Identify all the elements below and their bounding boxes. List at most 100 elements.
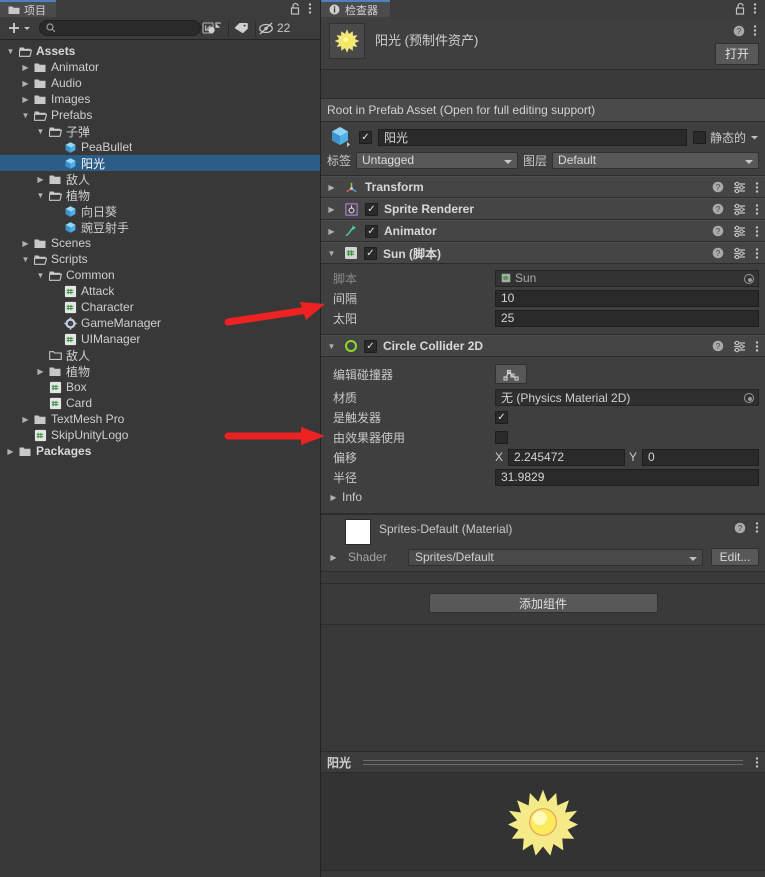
offset-y-input[interactable]: 0 <box>642 448 759 466</box>
static-checkbox[interactable]: ✓ <box>692 130 706 144</box>
chevron-down-icon[interactable]: ▼ <box>34 271 47 280</box>
help-icon[interactable]: ? <box>733 25 745 37</box>
preview-header[interactable]: 阳光 <box>321 751 765 773</box>
open-prefab-button[interactable]: 打开 <box>714 43 759 65</box>
layer-dropdown[interactable]: Default <box>552 151 759 169</box>
chevron-right-icon[interactable]: ▶ <box>19 79 32 88</box>
help-icon[interactable]: ? <box>712 247 724 259</box>
is-trigger-checkbox[interactable]: ✓ <box>495 410 508 424</box>
tree-item-阳光[interactable]: ▶阳光 <box>0 155 320 171</box>
tree-item-子弹[interactable]: ▼ 子弹 <box>0 123 320 139</box>
tree-item-images[interactable]: ▶ Images <box>0 91 320 107</box>
add-component-button[interactable]: 添加组件 <box>428 593 658 613</box>
used-by-effector-checkbox[interactable]: ✓ <box>495 430 508 444</box>
sun-script-enabled-checkbox[interactable]: ✓ <box>364 246 377 260</box>
tree-item-向日葵[interactable]: ▶向日葵 <box>0 203 320 219</box>
tree-item-textmesh-pro[interactable]: ▶ TextMesh Pro <box>0 411 320 427</box>
kebab-menu-icon[interactable] <box>755 340 759 353</box>
kebab-menu-icon[interactable] <box>753 2 757 15</box>
tree-item-uimanager[interactable]: ▶UIManager <box>0 331 320 347</box>
tree-item-skipunitylogo[interactable]: ▶SkipUnityLogo <box>0 427 320 443</box>
help-icon[interactable]: ? <box>712 340 724 352</box>
tree-item-animator[interactable]: ▶ Animator <box>0 59 320 75</box>
tab-inspector[interactable]: 检查器 <box>321 0 390 17</box>
kebab-menu-icon[interactable] <box>755 203 759 216</box>
tab-project[interactable]: 项目 <box>0 0 56 17</box>
tree-item-豌豆射手[interactable]: ▶豌豆射手 <box>0 219 320 235</box>
chevron-right-icon[interactable]: ▶ <box>19 95 32 104</box>
help-icon[interactable]: ? <box>712 181 724 193</box>
chevron-right-icon[interactable]: ▶ <box>325 205 338 214</box>
shader-dropdown[interactable]: Sprites/Default <box>408 548 703 566</box>
kebab-menu-icon[interactable] <box>308 2 312 15</box>
tree-item-attack[interactable]: ▶Attack <box>0 283 320 299</box>
component-header-circle-collider-2d[interactable]: ▼ ✓ Circle Collider 2D ? <box>321 335 765 357</box>
chevron-right-icon[interactable]: ▶ <box>19 63 32 72</box>
preset-sliders-icon[interactable] <box>733 247 746 260</box>
lock-open-icon[interactable] <box>290 2 301 15</box>
interval-input[interactable]: 10 <box>495 289 759 307</box>
tree-item-card[interactable]: ▶Card <box>0 395 320 411</box>
tree-item-peabullet[interactable]: ▶PeaBullet <box>0 139 320 155</box>
component-header-transform[interactable]: ▶ Transform ? <box>321 176 765 198</box>
tree-item-box[interactable]: ▶Box <box>0 379 320 395</box>
tree-item-assets[interactable]: ▼ Assets <box>0 43 320 59</box>
object-picker-icon[interactable] <box>744 392 754 403</box>
search-field[interactable] <box>39 20 214 36</box>
kebab-menu-icon[interactable] <box>755 756 759 769</box>
chevron-down-icon[interactable]: ▼ <box>4 47 17 56</box>
filter-by-type-button[interactable] <box>202 20 228 37</box>
tree-item-scenes[interactable]: ▶ Scenes <box>0 235 320 251</box>
filter-by-label-button[interactable] <box>229 20 255 37</box>
chevron-right-icon[interactable]: ▶ <box>19 239 32 248</box>
tree-item-common[interactable]: ▼ Common <box>0 267 320 283</box>
search-input[interactable] <box>60 22 202 34</box>
chevron-right-icon[interactable]: ▶ <box>34 367 47 376</box>
help-icon[interactable]: ? <box>734 522 746 534</box>
kebab-menu-icon[interactable] <box>753 24 757 37</box>
tree-item-audio[interactable]: ▶ Audio <box>0 75 320 91</box>
animator-enabled-checkbox[interactable]: ✓ <box>365 224 378 238</box>
chevron-down-icon[interactable]: ▼ <box>19 111 32 120</box>
offset-x-input[interactable]: 2.245472 <box>508 448 625 466</box>
tree-item-packages[interactable]: ▶ Packages <box>0 443 320 459</box>
tag-dropdown[interactable]: Untagged <box>356 151 519 169</box>
object-picker-icon[interactable] <box>744 273 754 284</box>
create-asset-button[interactable] <box>5 21 37 35</box>
circle-collider-enabled-checkbox[interactable]: ✓ <box>364 339 377 353</box>
info-foldout[interactable]: ▶ Info <box>327 487 759 507</box>
tree-item-scripts[interactable]: ▼ Scripts <box>0 251 320 267</box>
preview-drag-handle[interactable] <box>359 759 747 765</box>
chevron-right-icon[interactable]: ▶ <box>327 493 340 502</box>
preset-sliders-icon[interactable] <box>733 203 746 216</box>
radius-input[interactable]: 31.9829 <box>495 468 759 486</box>
preset-sliders-icon[interactable] <box>733 340 746 353</box>
sun-input[interactable]: 25 <box>495 309 759 327</box>
chevron-down-icon[interactable]: ▼ <box>325 342 338 351</box>
gameobject-name-field[interactable]: 阳光 <box>378 128 687 146</box>
edit-collider-button[interactable] <box>495 364 527 384</box>
component-header-sprite-renderer[interactable]: ▶ ✓ Sprite Renderer ? <box>321 198 765 220</box>
chevron-down-icon[interactable]: ▼ <box>19 255 32 264</box>
chevron-down-icon[interactable]: ▼ <box>325 249 338 258</box>
chevron-right-icon[interactable]: ▶ <box>327 553 340 562</box>
tree-item-prefabs[interactable]: ▼ Prefabs <box>0 107 320 123</box>
edit-shader-button[interactable]: Edit... <box>711 548 759 566</box>
preset-sliders-icon[interactable] <box>733 225 746 238</box>
tree-item-植物[interactable]: ▶ 植物 <box>0 363 320 379</box>
help-icon[interactable]: ? <box>712 203 724 215</box>
kebab-menu-icon[interactable] <box>755 521 759 534</box>
chevron-right-icon[interactable]: ▶ <box>325 227 338 236</box>
chevron-down-icon[interactable]: ▼ <box>34 127 47 136</box>
chevron-right-icon[interactable]: ▶ <box>19 415 32 424</box>
chevron-down-icon[interactable]: ▼ <box>34 191 47 200</box>
tree-item-敌人[interactable]: ▶敌人 <box>0 347 320 363</box>
tree-item-gamemanager[interactable]: ▶GameManager <box>0 315 320 331</box>
component-header-sun-script[interactable]: ▼ ✓ Sun (脚本) ? <box>321 242 765 264</box>
kebab-menu-icon[interactable] <box>755 225 759 238</box>
script-object-field[interactable]: Sun <box>495 269 759 287</box>
component-header-animator[interactable]: ▶ ✓ Animator ? <box>321 220 765 242</box>
tree-item-character[interactable]: ▶Character <box>0 299 320 315</box>
lock-open-icon[interactable] <box>735 2 746 15</box>
static-dropdown-icon[interactable] <box>750 133 759 142</box>
